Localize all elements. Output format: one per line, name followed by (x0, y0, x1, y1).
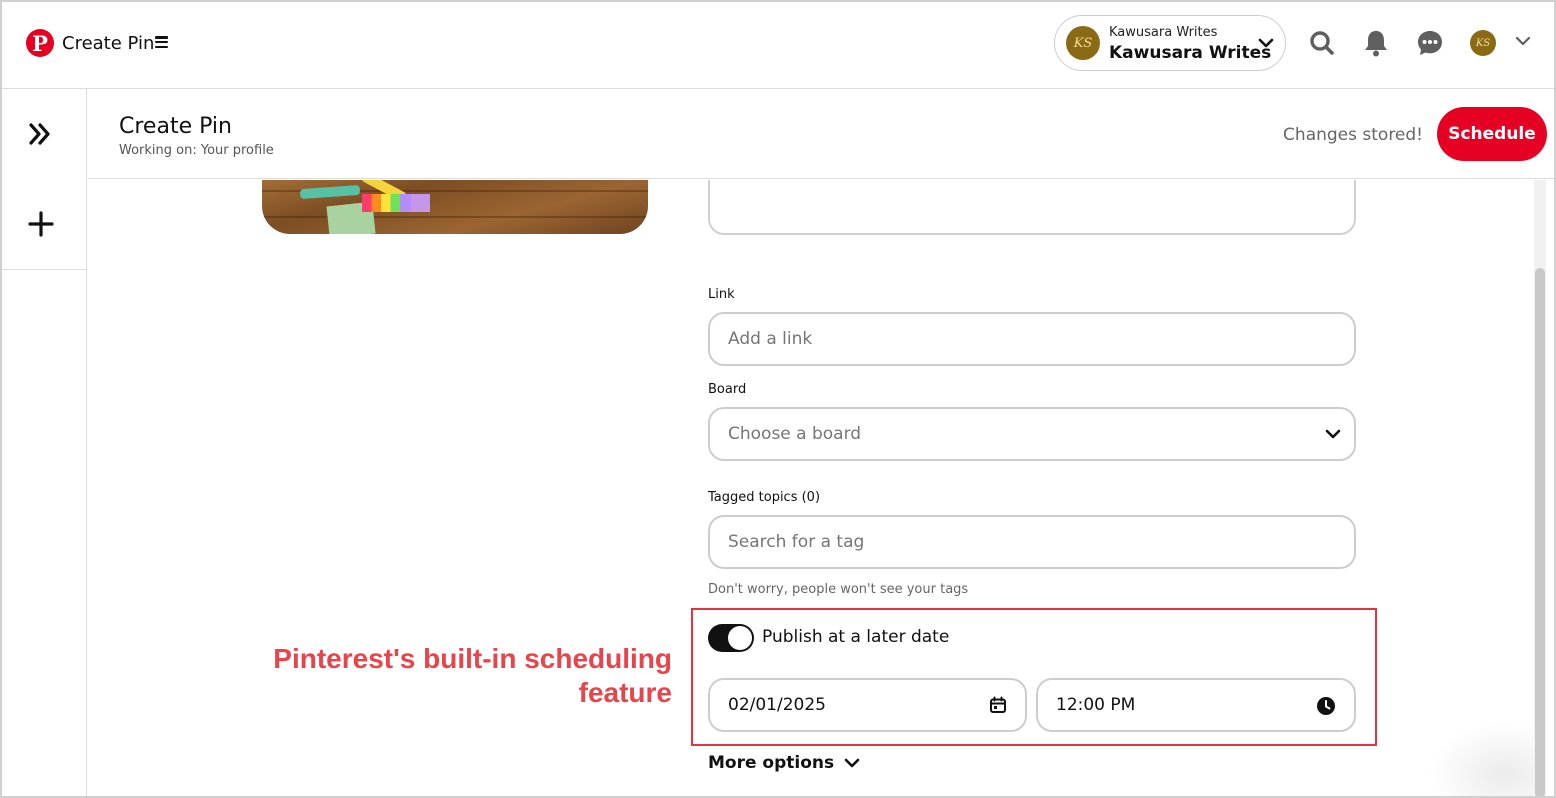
user-avatar[interactable]: KS (1470, 30, 1496, 56)
left-rail (0, 89, 87, 798)
shadow-overlay (1428, 720, 1538, 798)
search-button[interactable] (1306, 27, 1338, 59)
account-name-large: Kawusara Writes (1109, 43, 1272, 63)
calendar-icon[interactable] (989, 696, 1007, 714)
tags-help-text: Don't worry, people won't see your tags (708, 582, 969, 597)
search-icon (1310, 31, 1334, 55)
save-status: Changes stored! (1283, 125, 1423, 145)
chevron-down-icon (1325, 429, 1341, 439)
description-field[interactable] (708, 180, 1356, 235)
annotation-callout: Pinterest's built-in scheduling feature (208, 642, 672, 710)
publish-later-toggle[interactable] (708, 624, 754, 652)
page-header: Create Pin Working on: Your profile Chan… (88, 89, 1556, 179)
chevron-down-icon[interactable] (1515, 35, 1531, 47)
annotation-line-2: feature (578, 677, 672, 708)
tag-search-input[interactable]: Search for a tag (708, 515, 1356, 569)
link-input[interactable]: Add a link (708, 312, 1356, 366)
messages-button[interactable] (1414, 27, 1446, 59)
bell-icon (1365, 31, 1387, 57)
annotation-line-1: Pinterest's built-in scheduling (273, 643, 672, 674)
more-options-label: More options (708, 753, 835, 773)
tags-label: Tagged topics (0) (708, 490, 821, 505)
date-input[interactable]: 02/01/2025 (708, 678, 1027, 732)
account-avatar: KS (1066, 26, 1100, 60)
date-value: 02/01/2025 (728, 695, 826, 715)
page-subtitle: Working on: Your profile (119, 143, 274, 158)
page-title: Create Pin (119, 114, 232, 139)
time-input[interactable]: 12:00 PM (1036, 678, 1356, 732)
chat-icon (1418, 31, 1442, 55)
pin-image (262, 180, 648, 234)
double-chevron-right-icon[interactable] (26, 120, 54, 148)
rail-divider (0, 269, 87, 270)
pinterest-logo-icon[interactable]: P (26, 29, 54, 57)
schedule-button[interactable]: Schedule (1437, 107, 1547, 161)
account-name-small: Kawusara Writes (1109, 25, 1218, 40)
chevron-down-icon (1258, 38, 1274, 48)
scrollbar-thumb[interactable] (1535, 268, 1545, 798)
top-bar: P Create Pin KS Kawusara Writes Kawusara… (0, 0, 1556, 89)
app-title: Create Pin (62, 33, 155, 54)
more-options-button[interactable]: More options (708, 753, 860, 773)
chevron-down-icon (844, 758, 860, 768)
board-select[interactable]: Choose a board (708, 407, 1356, 461)
plus-icon[interactable] (27, 210, 55, 238)
board-placeholder: Choose a board (728, 424, 862, 444)
board-label: Board (708, 382, 747, 397)
account-switcher[interactable]: KS Kawusara Writes Kawusara Writes (1054, 15, 1286, 71)
menu-icon[interactable] (155, 36, 168, 48)
time-value: 12:00 PM (1056, 695, 1136, 715)
pin-editor: Link Add a link Board Choose a board Tag… (88, 180, 1556, 798)
scrollbar[interactable] (1534, 180, 1546, 798)
link-placeholder: Add a link (728, 329, 813, 349)
publish-later-label: Publish at a later date (762, 627, 950, 647)
link-label: Link (708, 287, 735, 302)
clock-icon[interactable] (1316, 696, 1336, 716)
tag-placeholder: Search for a tag (728, 532, 865, 552)
notifications-button[interactable] (1360, 27, 1392, 59)
